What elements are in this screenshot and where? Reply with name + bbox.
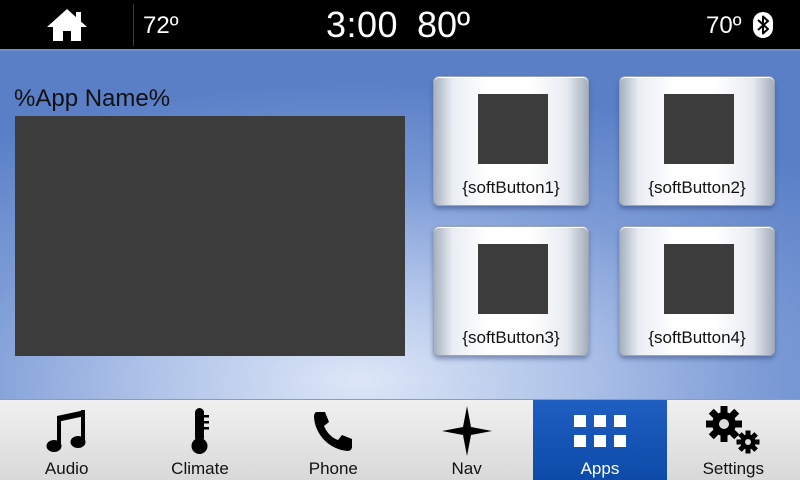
nav-item-apps[interactable]: Apps: [533, 400, 667, 480]
soft-button-label: {softButton2}: [648, 178, 746, 197]
passenger-temperature[interactable]: 70º: [706, 12, 741, 40]
nav-label: Climate: [171, 459, 229, 478]
nav-item-phone[interactable]: Phone: [267, 400, 400, 480]
bluetooth-icon: [753, 12, 773, 38]
soft-button-label: {softButton1}: [462, 178, 560, 197]
soft-button-3[interactable]: {softButton3}: [433, 226, 589, 356]
apps-grid-icon: [573, 415, 626, 447]
outside-temperature: 80º: [417, 4, 471, 45]
music-note-icon: [46, 410, 86, 452]
bottom-nav-bar: Audio Climate Phone Nav Apps Settings: [0, 399, 800, 480]
driver-temperature[interactable]: 72º: [143, 12, 178, 40]
app-template-main: %App Name% {softButton1} {softButton2} {…: [0, 49, 800, 399]
thermometer-icon: [191, 408, 209, 454]
nav-label: Apps: [580, 459, 620, 478]
nav-label: Audio: [44, 459, 89, 478]
clock: 3:00: [326, 4, 399, 45]
nav-item-nav[interactable]: Nav: [400, 400, 533, 480]
nav-item-settings[interactable]: Settings: [667, 400, 800, 480]
soft-button-label: {softButton4}: [648, 328, 746, 347]
nav-label: Phone: [308, 459, 358, 478]
compass-star-icon: [441, 406, 492, 456]
app-name: %App Name%: [14, 85, 171, 112]
status-divider: [133, 4, 134, 46]
nav-item-climate[interactable]: Climate: [133, 400, 266, 480]
home-icon: [46, 8, 87, 41]
phone-icon: [314, 412, 353, 451]
soft-button-image: [664, 244, 734, 314]
soft-button-4[interactable]: {softButton4}: [619, 226, 775, 356]
soft-button-image: [478, 244, 548, 314]
soft-button-1[interactable]: {softButton1}: [433, 76, 589, 206]
app-graphic-placeholder: [15, 116, 405, 356]
soft-button-2[interactable]: {softButton2}: [619, 76, 775, 206]
soft-button-image: [664, 94, 734, 164]
home-button[interactable]: [0, 0, 133, 49]
soft-button-label: {softButton3}: [462, 328, 560, 347]
nav-label: Settings: [702, 459, 765, 478]
soft-button-image: [478, 94, 548, 164]
gears-icon: [706, 406, 760, 454]
nav-label: Nav: [451, 459, 482, 478]
nav-item-audio[interactable]: Audio: [0, 400, 133, 480]
status-bar: 72º 3:00 80º 70º: [0, 0, 800, 49]
